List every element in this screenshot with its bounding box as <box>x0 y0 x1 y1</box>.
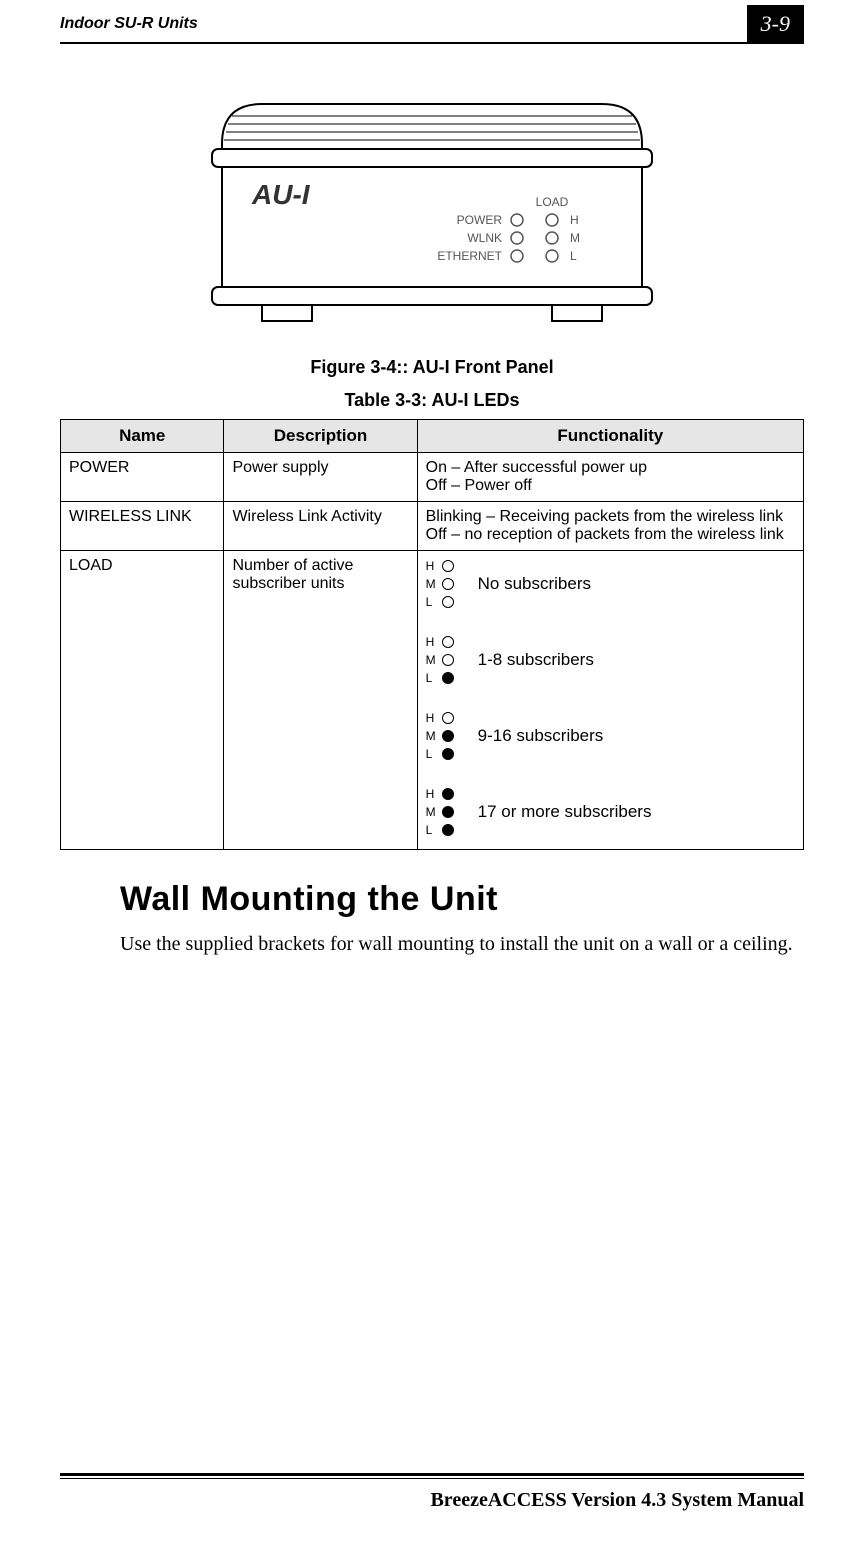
load-state-none: H M L No subscribers <box>426 557 795 611</box>
led-label-m: M <box>426 653 442 667</box>
wireless-func-line1: Blinking – Receiving packets from the wi… <box>426 508 795 526</box>
led-label-m: M <box>426 577 442 591</box>
led-dot-filled-icon <box>442 806 454 818</box>
load-state-low: H M L 1-8 subscribers <box>426 633 795 687</box>
leds-table: Name Description Functionality POWER Pow… <box>60 419 804 850</box>
svg-text:POWER: POWER <box>457 213 503 227</box>
header-rule <box>60 42 804 44</box>
led-dot-filled-icon <box>442 672 454 684</box>
led-dot-filled-icon <box>442 788 454 800</box>
cell-load-desc: Number of active subscriber units <box>224 551 417 850</box>
table-row-wireless: WIRELESS LINK Wireless Link Activity Bli… <box>61 502 804 551</box>
cell-power-desc: Power supply <box>224 453 417 502</box>
cell-power-name: POWER <box>61 453 224 502</box>
th-name: Name <box>61 420 224 453</box>
page-footer: BreezeACCESS Version 4.3 System Manual <box>60 1473 804 1512</box>
led-indicator-med: H M L <box>426 709 454 763</box>
led-label-m: M <box>426 805 442 819</box>
led-dot-filled-icon <box>442 748 454 760</box>
power-func-line1: On – After successful power up <box>426 459 795 477</box>
power-func-line2: Off – Power off <box>426 477 795 495</box>
led-label-m: M <box>426 729 442 743</box>
table-header-row: Name Description Functionality <box>61 420 804 453</box>
led-label-l: L <box>426 823 442 837</box>
led-dot-empty-icon <box>442 636 454 648</box>
wireless-func-line2: Off – no reception of packets from the w… <box>426 526 795 544</box>
led-label-h: H <box>426 635 442 649</box>
table-row-load: LOAD Number of active subscriber units H… <box>61 551 804 850</box>
th-functionality: Functionality <box>417 420 803 453</box>
svg-text:L: L <box>570 249 577 263</box>
cell-load-func: H M L No subscribers H M L 1-8 subscribe… <box>417 551 803 850</box>
load-state-high: H M L 17 or more subscribers <box>426 785 795 839</box>
load-state-low-label: 1-8 subscribers <box>478 650 594 670</box>
led-indicator-high: H M L <box>426 785 454 839</box>
svg-text:WLNK: WLNK <box>467 231 502 245</box>
led-label-h: H <box>426 787 442 801</box>
cell-power-func: On – After successful power up Off – Pow… <box>417 453 803 502</box>
led-label-l: L <box>426 747 442 761</box>
cell-wireless-name: WIRELESS LINK <box>61 502 224 551</box>
footer-rule-thick <box>60 1473 804 1476</box>
led-label-l: L <box>426 671 442 685</box>
th-description: Description <box>224 420 417 453</box>
led-label-h: H <box>426 559 442 573</box>
page-number: 3-9 <box>747 5 804 43</box>
section-title-wall-mounting: Wall Mounting the Unit <box>120 880 804 919</box>
led-label-l: L <box>426 595 442 609</box>
led-indicator-low: H M L <box>426 633 454 687</box>
led-label-h: H <box>426 711 442 725</box>
svg-text:H: H <box>570 213 579 227</box>
page-header: Indoor SU-R Units 3-9 <box>60 0 804 40</box>
svg-text:M: M <box>570 231 580 245</box>
footer-manual-title: BreezeACCESS Version 4.3 System Manual <box>60 1489 804 1512</box>
device-illustration: AU-I POWER WLNK ETHERNET LOAD H M L <box>202 84 662 334</box>
table-row-power: POWER Power supply On – After successful… <box>61 453 804 502</box>
cell-wireless-desc: Wireless Link Activity <box>224 502 417 551</box>
led-dot-filled-icon <box>442 730 454 742</box>
led-dot-empty-icon <box>442 596 454 608</box>
load-state-none-label: No subscribers <box>478 574 591 594</box>
cell-wireless-func: Blinking – Receiving packets from the wi… <box>417 502 803 551</box>
led-dot-empty-icon <box>442 578 454 590</box>
figure-caption: Figure 3-4:: AU-I Front Panel <box>60 357 804 378</box>
led-indicator-none: H M L <box>426 557 454 611</box>
device-figure-area: AU-I POWER WLNK ETHERNET LOAD H M L <box>60 84 804 339</box>
load-state-med: H M L 9-16 subscribers <box>426 709 795 763</box>
footer-rule-thin <box>60 1478 804 1479</box>
device-front-panel-figure: AU-I POWER WLNK ETHERNET LOAD H M L <box>202 84 662 339</box>
cell-load-name: LOAD <box>61 551 224 850</box>
led-dot-empty-icon <box>442 712 454 724</box>
header-section-title: Indoor SU-R Units <box>60 15 198 33</box>
section-body-wall-mounting: Use the supplied brackets for wall mount… <box>120 931 804 958</box>
led-dot-empty-icon <box>442 560 454 572</box>
page: Indoor SU-R Units 3-9 <box>0 0 864 1552</box>
load-state-med-label: 9-16 subscribers <box>478 726 604 746</box>
model-label-text: AU-I <box>251 179 311 210</box>
svg-text:LOAD: LOAD <box>536 195 569 209</box>
table-caption: Table 3-3: AU-I LEDs <box>60 390 804 411</box>
load-state-high-label: 17 or more subscribers <box>478 802 652 822</box>
led-dot-empty-icon <box>442 654 454 666</box>
led-dot-filled-icon <box>442 824 454 836</box>
svg-text:ETHERNET: ETHERNET <box>437 249 502 263</box>
